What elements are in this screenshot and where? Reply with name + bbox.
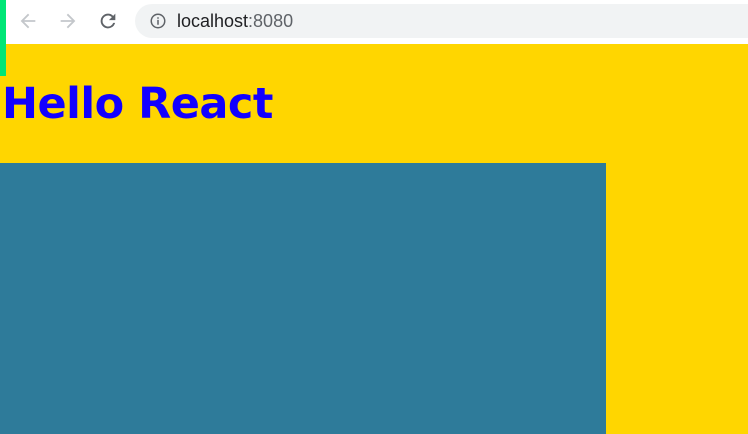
page-content: Hello React <box>0 44 748 434</box>
omnibox-clip: localhost:8080 <box>0 0 748 44</box>
url-host: localhost <box>177 11 249 31</box>
accent-edge <box>0 0 6 76</box>
info-icon[interactable] <box>149 12 167 30</box>
teal-box <box>0 163 606 434</box>
url-port: :8080 <box>248 11 294 31</box>
browser-toolbar: localhost:8080 <box>0 0 748 76</box>
page-heading: Hello React <box>2 79 273 129</box>
address-bar-url[interactable]: localhost:8080 <box>177 10 293 32</box>
